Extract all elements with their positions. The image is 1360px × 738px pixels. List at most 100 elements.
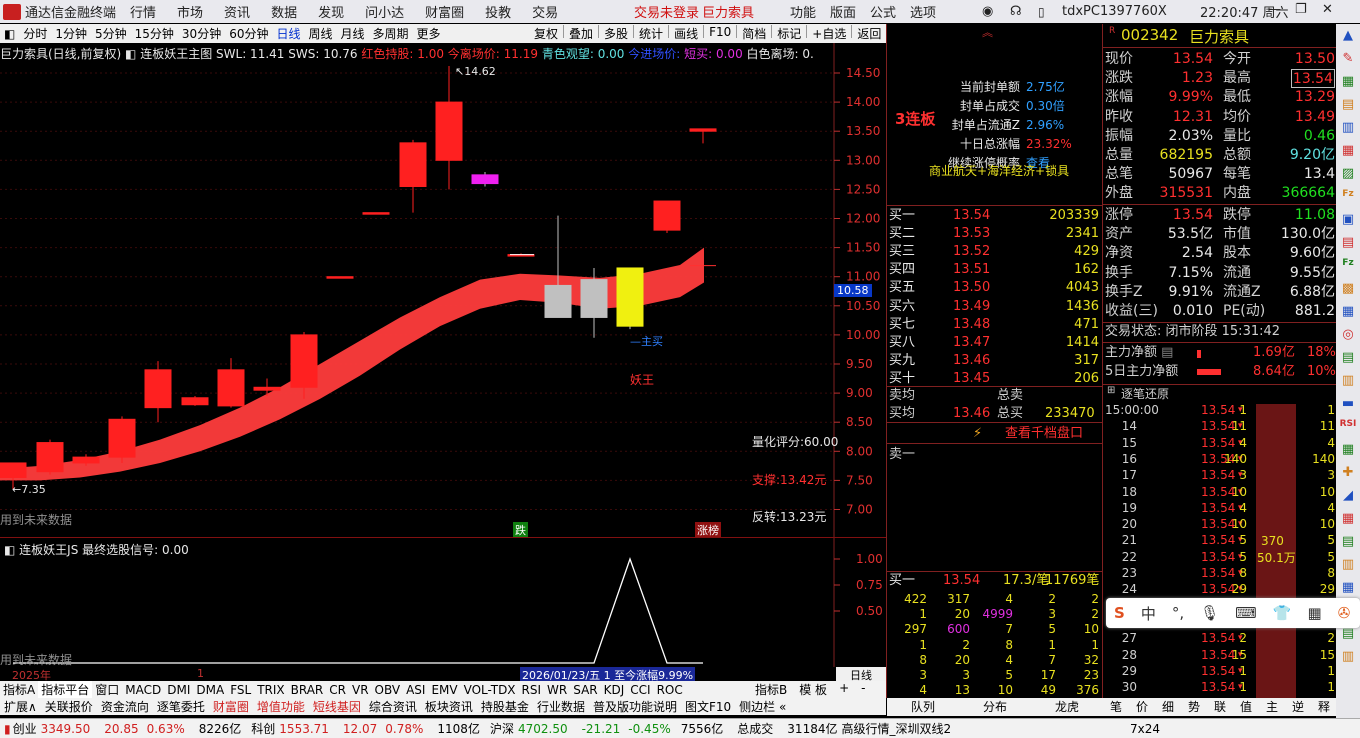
bottom-func-4[interactable]: 财富圈 [209, 698, 253, 715]
side-tool-icon[interactable]: ▤ [1336, 626, 1360, 641]
ind-right-tab-1[interactable]: 模 板 [796, 681, 830, 698]
ind-tab-11[interactable]: OBV [372, 683, 404, 697]
ime-chinese-mode[interactable]: 中 [1141, 603, 1156, 624]
side-tool-icon[interactable]: ✚ [1336, 465, 1360, 480]
chart-formula-icon[interactable]: ◧ [125, 47, 136, 61]
menu-item-1[interactable]: 市场 [177, 2, 203, 21]
right-tab-5[interactable]: 值 [1233, 698, 1259, 716]
side-tool-icon[interactable]: ✎ [1336, 51, 1360, 66]
chart-tool-4[interactable]: 画线 [670, 25, 702, 42]
menu-item-0[interactable]: 行情 [130, 2, 156, 21]
period-label[interactable]: 日线 [836, 667, 886, 682]
bottom-func-1[interactable]: 关联报价 [41, 698, 97, 715]
side-tool-icon[interactable]: ▦ [1336, 304, 1360, 319]
chart-tool-1[interactable]: 叠加 [565, 25, 597, 42]
queue-tab-2[interactable]: 龙虎 [1031, 698, 1103, 716]
side-tool-icon[interactable]: ▤ [1336, 235, 1360, 250]
ke-label[interactable]: 科创 [251, 720, 275, 737]
bottom-func-6[interactable]: 短线基因 [309, 698, 365, 715]
sogou-icon[interactable]: S [1114, 604, 1125, 622]
ind-tab-20[interactable]: ROC [654, 683, 686, 697]
menu-item-6[interactable]: 财富圈 [425, 2, 464, 21]
queue-tab-1[interactable]: 分布 [959, 698, 1031, 716]
menu-item-7[interactable]: 投教 [485, 2, 511, 21]
chuang-label[interactable]: 创业 [13, 720, 37, 737]
period-tab-0[interactable]: 分时 [19, 25, 51, 42]
bottom-func-2[interactable]: 资金流向 [97, 698, 153, 715]
bottom-func-0[interactable]: 扩展∧ [0, 698, 41, 715]
phone-icon[interactable]: ▯ [1038, 5, 1045, 19]
chart-tool-9[interactable]: 返回 [853, 25, 885, 42]
right-tab-3[interactable]: 势 [1181, 698, 1207, 716]
ind-tab-6[interactable]: FSL [227, 683, 254, 697]
menu-item-4[interactable]: 发现 [318, 2, 344, 21]
period-tab-3[interactable]: 15分钟 [131, 25, 178, 42]
side-tool-icon[interactable]: ▦ [1336, 580, 1360, 595]
ind-right-tab-3[interactable]: - [858, 681, 868, 698]
side-tool-icon[interactable]: ▦ [1336, 143, 1360, 158]
side-tool-icon[interactable]: ▤ [1336, 350, 1360, 365]
side-tool-icon[interactable]: ▲ [1336, 28, 1360, 43]
menu-item-2[interactable]: 资讯 [224, 2, 250, 21]
side-tool-icon[interactable]: Fz [1336, 189, 1360, 199]
bottom-func-11[interactable]: 普及版功能说明 [589, 698, 681, 715]
ind-tab-15[interactable]: RSI [519, 683, 545, 697]
ind-tab-10[interactable]: VR [349, 683, 372, 697]
side-tool-icon[interactable]: ▣ [1336, 212, 1360, 227]
side-tool-icon[interactable]: ◎ [1336, 327, 1360, 342]
close-icon[interactable]: ✕ [1322, 2, 1333, 17]
right-tab-2[interactable]: 细 [1155, 698, 1181, 716]
period-tab-10[interactable]: 更多 [413, 25, 445, 42]
queue-tab-0[interactable]: 队列 [887, 698, 959, 716]
panel-toggle-icon[interactable]: ◧ [0, 27, 19, 41]
bottom-func-7[interactable]: 综合资讯 [365, 698, 421, 715]
period-tab-9[interactable]: 多周期 [369, 25, 413, 42]
minimize-icon[interactable]: — [1268, 2, 1281, 17]
ind-tab-5[interactable]: DMA [193, 683, 227, 697]
bottom-func-12[interactable]: 图文F10 [681, 698, 735, 715]
kline-chart[interactable]: 14.50 14.00 13.50 13.00 12.50 12.00 11.50 11.00… [0, 43, 886, 538]
ind-right-tab-2[interactable]: + [836, 681, 852, 698]
bottom-func-8[interactable]: 板块资讯 [421, 698, 477, 715]
menu-item-5[interactable]: 问小达 [365, 2, 404, 21]
ind-tab-19[interactable]: CCI [627, 683, 653, 697]
menu-item-3[interactable]: 数据 [271, 2, 297, 21]
chart-formula[interactable]: 连板妖王主图 [140, 47, 212, 61]
chart-tool-5[interactable]: F10 [705, 25, 735, 42]
chart-tool-2[interactable]: 多股 [600, 25, 632, 42]
side-tool-icon[interactable]: ▥ [1336, 120, 1360, 135]
side-tool-icon[interactable]: RSI [1336, 419, 1360, 429]
collapse-up-icon[interactable]: ︽ [982, 24, 993, 40]
bottom-func-3[interactable]: 逐笔委托 [153, 698, 209, 715]
ind-tab-7[interactable]: TRIX [254, 683, 287, 697]
microphone-icon[interactable]: 🎙 [1200, 604, 1219, 622]
headset-icon[interactable]: ☊ [1010, 4, 1022, 19]
grid-icon[interactable]: ▦ [1308, 604, 1322, 622]
globe-icon[interactable]: ◉ [982, 4, 993, 19]
side-tool-icon[interactable]: ▤ [1336, 97, 1360, 112]
right-tab-7[interactable]: 逆 [1285, 698, 1311, 716]
keyboard-icon[interactable]: ⌨ [1235, 604, 1257, 622]
hs-label[interactable]: 沪深 [490, 720, 514, 737]
right-menu-item-2[interactable]: 公式 [870, 2, 896, 21]
chart-tool-0[interactable]: 复权 [530, 25, 562, 42]
right-menu-item-3[interactable]: 选项 [910, 2, 936, 21]
thousand-level-link[interactable]: 查看千档盘口 [1005, 424, 1083, 443]
side-tool-icon[interactable]: ▦ [1336, 442, 1360, 457]
side-tool-icon[interactable]: ▦ [1336, 511, 1360, 526]
right-tab-0[interactable]: 笔 [1103, 698, 1129, 716]
indicator-panel[interactable]: 1.00 0.75 0.50 ◧ 连板妖王JS 最终选股信号: 0.00 用到未来数… [0, 537, 886, 668]
period-tab-5[interactable]: 60分钟 [225, 25, 272, 42]
skin-icon[interactable]: 👕 [1273, 604, 1292, 622]
side-tool-icon[interactable]: ▥ [1336, 373, 1360, 388]
side-tool-icon[interactable]: ▤ [1336, 534, 1360, 549]
bottom-func-13[interactable]: 侧边栏 « [735, 698, 790, 715]
right-tab-4[interactable]: 联 [1207, 698, 1233, 716]
bottom-func-9[interactable]: 持股基金 [477, 698, 533, 715]
bottom-func-5[interactable]: 增值功能 [253, 698, 309, 715]
ind-tab-17[interactable]: SAR [570, 683, 600, 697]
side-tool-icon[interactable]: Fz [1336, 258, 1360, 268]
chart-tool-6[interactable]: 简档 [738, 25, 770, 42]
right-tab-8[interactable]: 释 [1311, 698, 1337, 716]
fan-icon[interactable]: ✇ [1338, 604, 1351, 622]
